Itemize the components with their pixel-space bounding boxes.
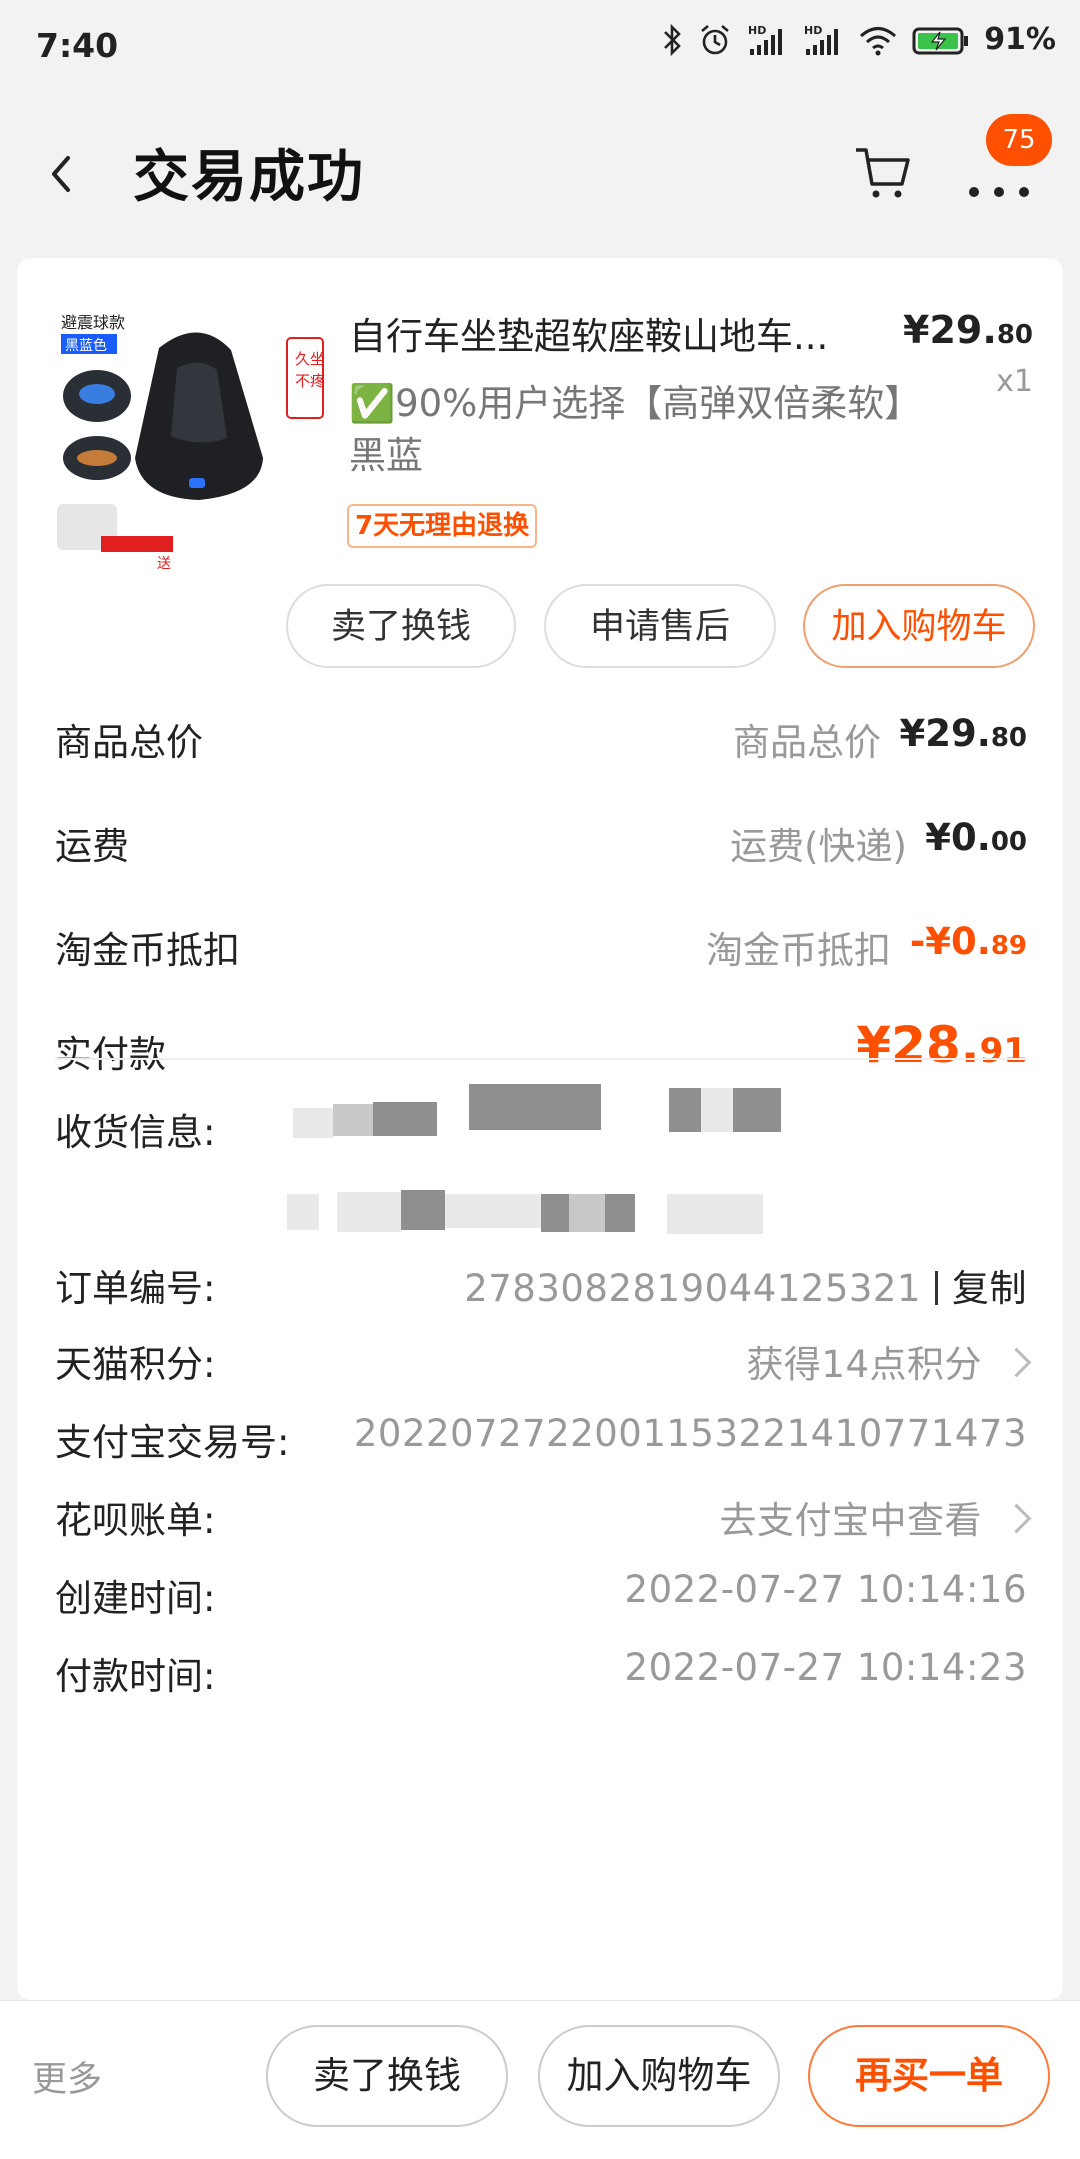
svg-text:久坐: 久坐	[295, 350, 325, 368]
product-price-decimal: 80	[996, 320, 1033, 350]
coin-deduction-label: 淘金币抵扣	[55, 929, 240, 972]
saddle-picture: 避震球款 黑蓝色 久坐 不疼 送	[49, 308, 343, 576]
shipping-value: ¥0.00	[925, 816, 1027, 859]
shipping-label: 运费	[55, 825, 129, 868]
alipay-number-row: 支付宝交易号: 2022072722001153221410771473	[55, 1412, 1027, 1472]
goods-total-caption: 商品总价	[733, 721, 881, 764]
coin-deduction-row: 淘金币抵扣 淘金币抵扣 -¥0.89	[55, 920, 1027, 980]
huabei-bill-row[interactable]: 花呗账单: 去支付宝中查看	[55, 1490, 1032, 1550]
status-icons: HD HD 91%	[662, 22, 1056, 57]
divider	[55, 1058, 1027, 1060]
huabei-bill-value: 去支付宝中查看	[719, 1499, 982, 1542]
order-card: 避震球款 黑蓝色 久坐 不疼 送 自行车坐垫超软座鞍山地车... ✅90%用户选…	[17, 258, 1063, 2000]
address-label: 收货信息:	[55, 1111, 216, 1154]
paid-amount-main: ¥28.	[856, 1016, 980, 1074]
battery-charging-icon	[912, 27, 969, 54]
product-sku: ✅90%用户选择【高弹双倍柔软】黑蓝	[349, 382, 922, 477]
status-time: 7:40	[36, 26, 119, 65]
tmall-points-value: 获得14点积分	[746, 1343, 982, 1386]
huabei-bill-value-wrap: 去支付宝中查看	[719, 1490, 1032, 1544]
shipping-decimal: 00	[990, 827, 1027, 857]
goods-total-decimal: 80	[990, 723, 1027, 753]
return-policy-tag: 7天无理由退换	[347, 504, 538, 548]
cart-icon	[856, 148, 910, 198]
paid-amount-value: ¥28.91	[856, 1016, 1027, 1074]
coin-deduction-caption: 淘金币抵扣	[706, 929, 891, 972]
shipping-main: ¥0.	[925, 816, 991, 859]
copy-separator	[935, 1270, 938, 1305]
huabei-bill-label: 花呗账单:	[55, 1499, 216, 1542]
goods-total-label: 商品总价	[55, 721, 203, 764]
svg-text:避震球款: 避震球款	[61, 313, 125, 332]
bottom-add-cart-button[interactable]: 加入购物车	[538, 2025, 780, 2127]
payment-time-value: 2022-07-27 10:14:23	[624, 1646, 1027, 1689]
bottom-action-bar: 更多 卖了换钱 加入购物车 再买一单	[0, 2000, 1080, 2159]
tmall-points-row[interactable]: 天猫积分: 获得14点积分	[55, 1334, 1032, 1394]
order-number-label: 订单编号:	[55, 1267, 216, 1310]
alarm-icon	[701, 24, 730, 54]
paid-amount-label: 实付款	[55, 1033, 166, 1076]
svg-text:送: 送	[157, 556, 171, 572]
signal-hd-icon: HD	[804, 24, 839, 55]
cart-button[interactable]	[852, 140, 916, 204]
more-link[interactable]: 更多	[32, 2051, 102, 2102]
payment-time-label: 付款时间:	[55, 1655, 216, 1698]
page-title: 交易成功	[133, 145, 365, 210]
svg-text:HD: HD	[748, 24, 766, 37]
chevron-right-icon	[1001, 1503, 1032, 1534]
goods-total-row: 商品总价 商品总价 ¥29.80	[55, 712, 1027, 772]
signal-hd-icon: HD	[748, 24, 783, 55]
goods-total-value: ¥29.80	[900, 712, 1027, 755]
payment-time-row: 付款时间: 2022-07-27 10:14:23	[55, 1646, 1027, 1706]
product-quantity: x1	[996, 364, 1033, 399]
created-time-row: 创建时间: 2022-07-27 10:14:16	[55, 1568, 1027, 1628]
order-number-row: 订单编号: 2783082819044125321 复制	[55, 1258, 1027, 1318]
order-number-value: 2783082819044125321	[464, 1267, 921, 1310]
coin-deduction-main: -¥0.	[909, 920, 991, 963]
wifi-icon	[860, 26, 897, 55]
product-title[interactable]: 自行车坐垫超软座鞍山地车...	[349, 306, 909, 360]
back-button[interactable]	[38, 144, 88, 204]
notification-badge: 75	[986, 114, 1052, 166]
chevron-right-icon	[1001, 1347, 1032, 1378]
svg-text:黑蓝色: 黑蓝色	[65, 337, 107, 354]
nav-bar: 交易成功	[0, 120, 1080, 230]
bottom-sell-button[interactable]: 卖了换钱	[266, 2025, 508, 2127]
created-time-value: 2022-07-27 10:14:16	[624, 1568, 1027, 1611]
shipping-caption: 运费(快递)	[730, 825, 907, 868]
svg-text:不疼: 不疼	[295, 372, 325, 390]
created-time-label: 创建时间:	[55, 1577, 216, 1620]
product-price-main: ¥29.	[903, 308, 997, 352]
battery-percent: 91%	[984, 22, 1056, 57]
shipping-row: 运费 运费(快递) ¥0.00	[55, 816, 1027, 876]
rebuy-button[interactable]: 再买一单	[808, 2025, 1050, 2127]
copy-button[interactable]: 复制	[952, 1267, 1027, 1310]
svg-text:HD: HD	[804, 24, 822, 37]
sell-button[interactable]: 卖了换钱	[286, 584, 516, 668]
alipay-number-value: 2022072722001153221410771473	[353, 1412, 1027, 1455]
back-arrow-icon	[52, 156, 70, 192]
paid-amount-row: 实付款 ¥28.91	[55, 1016, 1027, 1084]
coin-deduction-decimal: 89	[990, 931, 1027, 961]
product-price: ¥29.80	[903, 308, 1033, 352]
coin-deduction-value: -¥0.89	[910, 920, 1027, 963]
tmall-points-label: 天猫积分:	[55, 1343, 216, 1386]
goods-total-main: ¥29.	[899, 712, 991, 755]
order-number-value-wrap: 2783082819044125321 复制	[464, 1258, 1027, 1312]
product-image[interactable]: 避震球款 黑蓝色 久坐 不疼 送	[49, 308, 343, 576]
address-row: 收货信息:	[55, 1084, 1027, 1234]
tmall-points-value-wrap: 获得14点积分	[746, 1334, 1032, 1388]
after-sales-button[interactable]: 申请售后	[544, 584, 776, 668]
bluetooth-icon	[664, 23, 682, 56]
alipay-number-label: 支付宝交易号:	[55, 1421, 290, 1464]
paid-amount-decimal: 91	[979, 1031, 1027, 1071]
add-to-cart-button[interactable]: 加入购物车	[803, 584, 1035, 668]
status-bar: 7:40 HD HD 91%	[0, 0, 1080, 92]
